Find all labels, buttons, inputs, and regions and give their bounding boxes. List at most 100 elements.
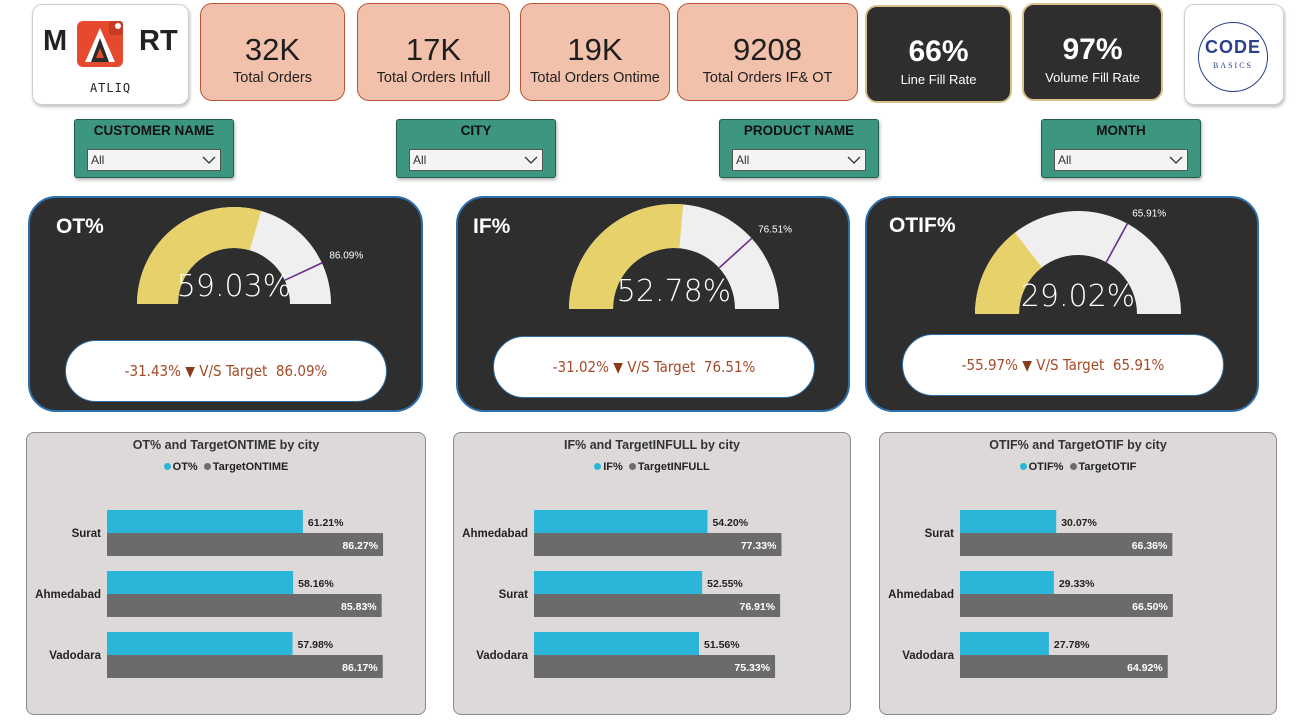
gauge-value: 29.02% [1021,279,1135,314]
logo-text-right: RT [139,25,178,57]
slicer-title: CUSTOMER NAME [93,123,215,138]
category-label: Ahmedabad [462,528,528,540]
bar-actual-label: 30.07% [1061,517,1097,529]
category-label: Vadodara [902,650,954,662]
bar-target-label: 77.33% [741,540,777,552]
mart-logo: M RT ATLIQ [32,4,189,105]
codebasics-badge: CODE BASICS [1198,22,1268,92]
bar-target-label: 64.92% [1127,662,1163,674]
kpi-label: Total Orders IF& OT [702,70,833,86]
kpi-total-orders-ifot: 9208 Total Orders IF& OT [677,3,858,101]
slicer-product-name: PRODUCT NAME All [719,119,879,178]
target-value: 65.91% [1112,356,1165,374]
vs-target-label: V/S Target [1036,356,1105,374]
codebasics-main-text: CODE [1204,37,1261,57]
bar-actual [960,632,1049,655]
bar-target-label: 66.36% [1132,540,1168,552]
bar-actual-label: 61.21% [308,517,344,529]
dropdown-value: All [1058,153,1072,167]
ot-gauge: 86.09% 59.03% [137,207,363,304]
ot-bar-chart: Surat 61.21% 86.27% Ahmedabad 58.16% 85.83% Va… [35,510,384,678]
slicer-title: CITY [460,123,492,138]
otif-bar-chart: Surat 30.07% 66.36% Ahmedabad 29.33% 66.50% Va… [888,510,1173,678]
vs-target-label: V/S Target [627,358,696,376]
bar-actual [960,510,1057,533]
target-value: 76.51% [703,358,756,376]
category-label: Vadodara [49,650,101,662]
chevron-down-icon [202,156,216,164]
gauge-card-ot: OT% 86.09% 59.03% -31.43% ▼ V/S Target 86… [28,196,423,412]
chevron-down-icon [1169,156,1183,164]
bar-actual [534,632,699,655]
bar-target-label: 86.27% [342,540,378,552]
variance-pill: -31.02% ▼ V/S Target 76.51% [493,336,815,398]
codebasics-sub-text: BASICS [1212,61,1253,70]
bar-target-label: 86.17% [342,662,378,674]
kpi-total-orders-ontime: 19K Total Orders Ontime [520,3,670,101]
gauge-card-if: IF% 76.51% 52.78% -31.02% ▼ V/S Target 76… [456,196,850,412]
kpi-total-orders: 32K Total Orders [200,3,345,101]
kpi-value: 9208 [733,32,802,67]
kpi-label: Total Orders [233,70,312,86]
product-name-dropdown[interactable]: All [732,149,866,171]
if-gauge: 76.51% 52.78% [569,203,792,309]
logo-text-left: M [43,25,68,57]
kpi-value: 17K [405,32,462,67]
bar-chart-card-otif: OTIF% and TargetOTIF by city OTIF% Targe… [879,432,1277,715]
bar-chart-card-ot: OT% and TargetONTIME by city OT% TargetO… [26,432,426,715]
kpi-value: 19K [567,32,623,67]
gauge-target-label: 86.09% [329,250,363,261]
kpi-value: 97% [1062,33,1123,66]
category-label: Surat [72,528,102,540]
mart-logo-icon [77,21,123,67]
otif-gauge: 65.91% 29.02% [975,208,1181,314]
slicer-city: CITY All [396,119,556,178]
gauge-target-label: 76.51% [758,224,792,235]
month-dropdown[interactable]: All [1054,149,1188,171]
codebasics-logo: CODE BASICS [1184,4,1284,105]
kpi-line-fill-rate: 66% Line Fill Rate [865,5,1012,103]
gauge-value: 59.03% [177,269,291,304]
gauge-target-label: 65.91% [1132,208,1166,219]
category-label: Ahmedabad [35,589,101,601]
dropdown-value: All [413,153,427,167]
bar-actual-label: 51.56% [704,639,740,651]
category-label: Vadodara [476,650,528,662]
bar-actual-label: 54.20% [712,517,748,529]
bar-target-label: 85.83% [341,601,377,613]
kpi-label: Line Fill Rate [900,72,977,87]
kpi-total-orders-infull: 17K Total Orders Infull [357,3,510,101]
bar-target-label: 76.91% [739,601,775,613]
gauge-card-otif: OTIF% 65.91% 29.02% -55.97% ▼ V/S Target … [865,196,1259,412]
variance-pill: -55.97% ▼ V/S Target 65.91% [902,334,1224,396]
bar-target-label: 75.33% [734,662,770,674]
chevron-down-icon [847,156,861,164]
slicer-customer-name: CUSTOMER NAME All [74,119,234,178]
slicer-title: MONTH [1096,123,1146,138]
bar-target-label: 66.50% [1132,601,1168,613]
dropdown-value: All [91,153,105,167]
down-arrow-icon: ▼ [185,364,195,380]
slicer-title: PRODUCT NAME [743,123,855,138]
target-value: 86.09% [275,362,328,380]
bar-actual-label: 27.78% [1054,639,1090,651]
if-bar-chart: Ahmedabad 54.20% 77.33% Surat 52.55% 76.91% Va… [462,510,782,678]
kpi-label: Total Orders Ontime [530,70,660,86]
category-label: Ahmedabad [888,589,954,601]
variance-value: -31.02% [552,358,609,376]
bar-actual [534,510,708,533]
kpi-label: Volume Fill Rate [1045,70,1140,85]
bar-actual [107,510,303,533]
bar-actual [960,571,1054,594]
city-dropdown[interactable]: All [409,149,543,171]
category-label: Surat [499,589,529,601]
bar-actual-label: 57.98% [298,639,334,651]
kpi-value: 66% [908,35,969,68]
down-arrow-icon: ▼ [1022,358,1032,374]
customer-name-dropdown[interactable]: All [87,149,221,171]
slicer-month: MONTH All [1041,119,1201,178]
bar-chart-card-if: IF% and TargetINFULL by city IF% TargetI… [453,432,851,715]
dropdown-value: All [736,153,750,167]
vs-target-label: V/S Target [199,362,268,380]
variance-value: -55.97% [961,356,1018,374]
